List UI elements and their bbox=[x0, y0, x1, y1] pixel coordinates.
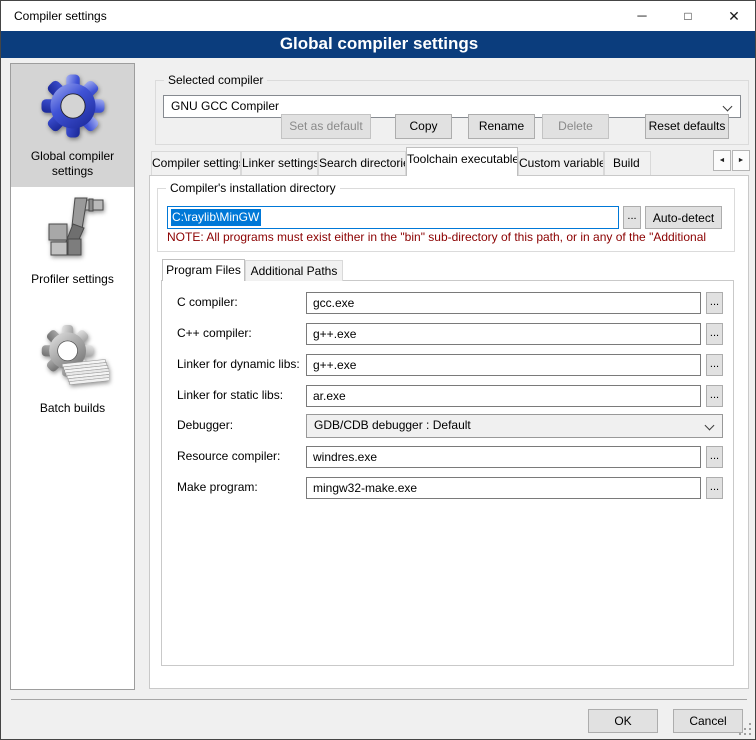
tab-build-options[interactable]: Build bbox=[604, 151, 651, 175]
gear-blue-icon bbox=[11, 70, 134, 146]
install-dir-input[interactable]: C:\raylib\MinGW bbox=[167, 206, 619, 229]
install-dir-browse-button[interactable]: ... bbox=[623, 206, 641, 229]
reset-defaults-button[interactable]: Reset defaults bbox=[645, 114, 729, 139]
install-dir-note: NOTE: All programs must exist either in … bbox=[167, 230, 729, 246]
static-linker-field[interactable]: ar.exe bbox=[306, 385, 701, 407]
cpp-compiler-value: g++.exe bbox=[313, 327, 356, 341]
window-title: Compiler settings bbox=[14, 1, 107, 31]
make-program-field[interactable]: mingw32-make.exe bbox=[306, 477, 701, 499]
sidebar-item-profiler-settings[interactable]: Profiler settings bbox=[11, 187, 134, 305]
resize-grip[interactable] bbox=[739, 723, 751, 735]
c-compiler-field[interactable]: gcc.exe bbox=[306, 292, 701, 314]
resource-compiler-value: windres.exe bbox=[313, 450, 377, 464]
compiler-select-value: GNU GCC Compiler bbox=[171, 99, 279, 113]
cpp-compiler-label: C++ compiler: bbox=[177, 326, 252, 340]
tab-search-directories[interactable]: Search directories bbox=[318, 151, 406, 175]
minimize-button[interactable]: ─ bbox=[619, 1, 665, 31]
group-label: Compiler's installation directory bbox=[166, 181, 340, 195]
cpp-compiler-browse-button[interactable]: ... bbox=[706, 323, 723, 345]
subtab-program-files[interactable]: Program Files bbox=[162, 259, 245, 281]
sidebar-item-label: Profiler settings bbox=[11, 269, 134, 293]
footer-divider bbox=[11, 699, 747, 700]
copy-button[interactable]: Copy bbox=[395, 114, 452, 139]
chevron-down-icon bbox=[723, 102, 733, 112]
static-linker-label: Linker for static libs: bbox=[177, 388, 283, 402]
c-compiler-label: C compiler: bbox=[177, 295, 238, 309]
tab-compiler-settings[interactable]: Compiler settings bbox=[151, 151, 241, 175]
caliper-icon bbox=[11, 193, 134, 269]
resource-compiler-field[interactable]: windres.exe bbox=[306, 446, 701, 468]
compiler-settings-dialog: Compiler settings ─ □ ✕ Global compiler … bbox=[0, 0, 756, 740]
dynamic-linker-value: g++.exe bbox=[313, 358, 356, 372]
subtab-additional-paths[interactable]: Additional Paths bbox=[245, 260, 343, 281]
c-compiler-browse-button[interactable]: ... bbox=[706, 292, 723, 314]
chevron-down-icon bbox=[705, 421, 715, 431]
title-bar: Compiler settings ─ □ ✕ bbox=[1, 1, 756, 31]
rename-button[interactable]: Rename bbox=[468, 114, 535, 139]
sidebar-item-batch-builds[interactable]: Batch builds bbox=[11, 305, 134, 435]
auto-detect-button[interactable]: Auto-detect bbox=[645, 206, 722, 229]
make-program-value: mingw32-make.exe bbox=[313, 481, 417, 495]
static-linker-browse-button[interactable]: ... bbox=[706, 385, 723, 407]
tab-toolchain-executables[interactable]: Toolchain executables bbox=[406, 147, 518, 176]
close-button[interactable]: ✕ bbox=[711, 1, 756, 31]
delete-button[interactable]: Delete bbox=[542, 114, 609, 139]
dynamic-linker-label: Linker for dynamic libs: bbox=[177, 357, 300, 371]
make-program-label: Make program: bbox=[177, 480, 258, 494]
sidebar-item-label: Batch builds bbox=[11, 398, 134, 422]
gear-stack-icon bbox=[11, 322, 134, 398]
debugger-label: Debugger: bbox=[177, 418, 233, 432]
debugger-value: GDB/CDB debugger : Default bbox=[314, 418, 471, 432]
page-title: Global compiler settings bbox=[1, 31, 756, 58]
resource-compiler-label: Resource compiler: bbox=[177, 449, 280, 463]
set-as-default-button[interactable]: Set as default bbox=[281, 114, 371, 139]
tab-linker-settings[interactable]: Linker settings bbox=[241, 151, 318, 175]
debugger-select[interactable]: GDB/CDB debugger : Default bbox=[306, 414, 723, 438]
static-linker-value: ar.exe bbox=[313, 389, 346, 403]
install-dir-value: C:\raylib\MinGW bbox=[171, 209, 261, 226]
cpp-compiler-field[interactable]: g++.exe bbox=[306, 323, 701, 345]
resource-compiler-browse-button[interactable]: ... bbox=[706, 446, 723, 468]
dynamic-linker-browse-button[interactable]: ... bbox=[706, 354, 723, 376]
cancel-button[interactable]: Cancel bbox=[673, 709, 743, 733]
make-program-browse-button[interactable]: ... bbox=[706, 477, 723, 499]
dynamic-linker-field[interactable]: g++.exe bbox=[306, 354, 701, 376]
maximize-button[interactable]: □ bbox=[665, 1, 711, 31]
c-compiler-value: gcc.exe bbox=[313, 296, 354, 310]
tab-scroll-left-icon[interactable]: ◄ bbox=[713, 150, 731, 171]
sidebar-item-label: Global compiler settings bbox=[11, 146, 134, 185]
group-label: Selected compiler bbox=[164, 73, 267, 87]
tab-custom-variables[interactable]: Custom variables bbox=[518, 151, 604, 175]
ok-button[interactable]: OK bbox=[588, 709, 658, 733]
sidebar-item-global-compiler-settings[interactable]: Global compiler settings bbox=[11, 64, 134, 187]
tab-scroll-right-icon[interactable]: ► bbox=[732, 150, 750, 171]
settings-category-list: Global compiler settings bbox=[10, 63, 135, 690]
